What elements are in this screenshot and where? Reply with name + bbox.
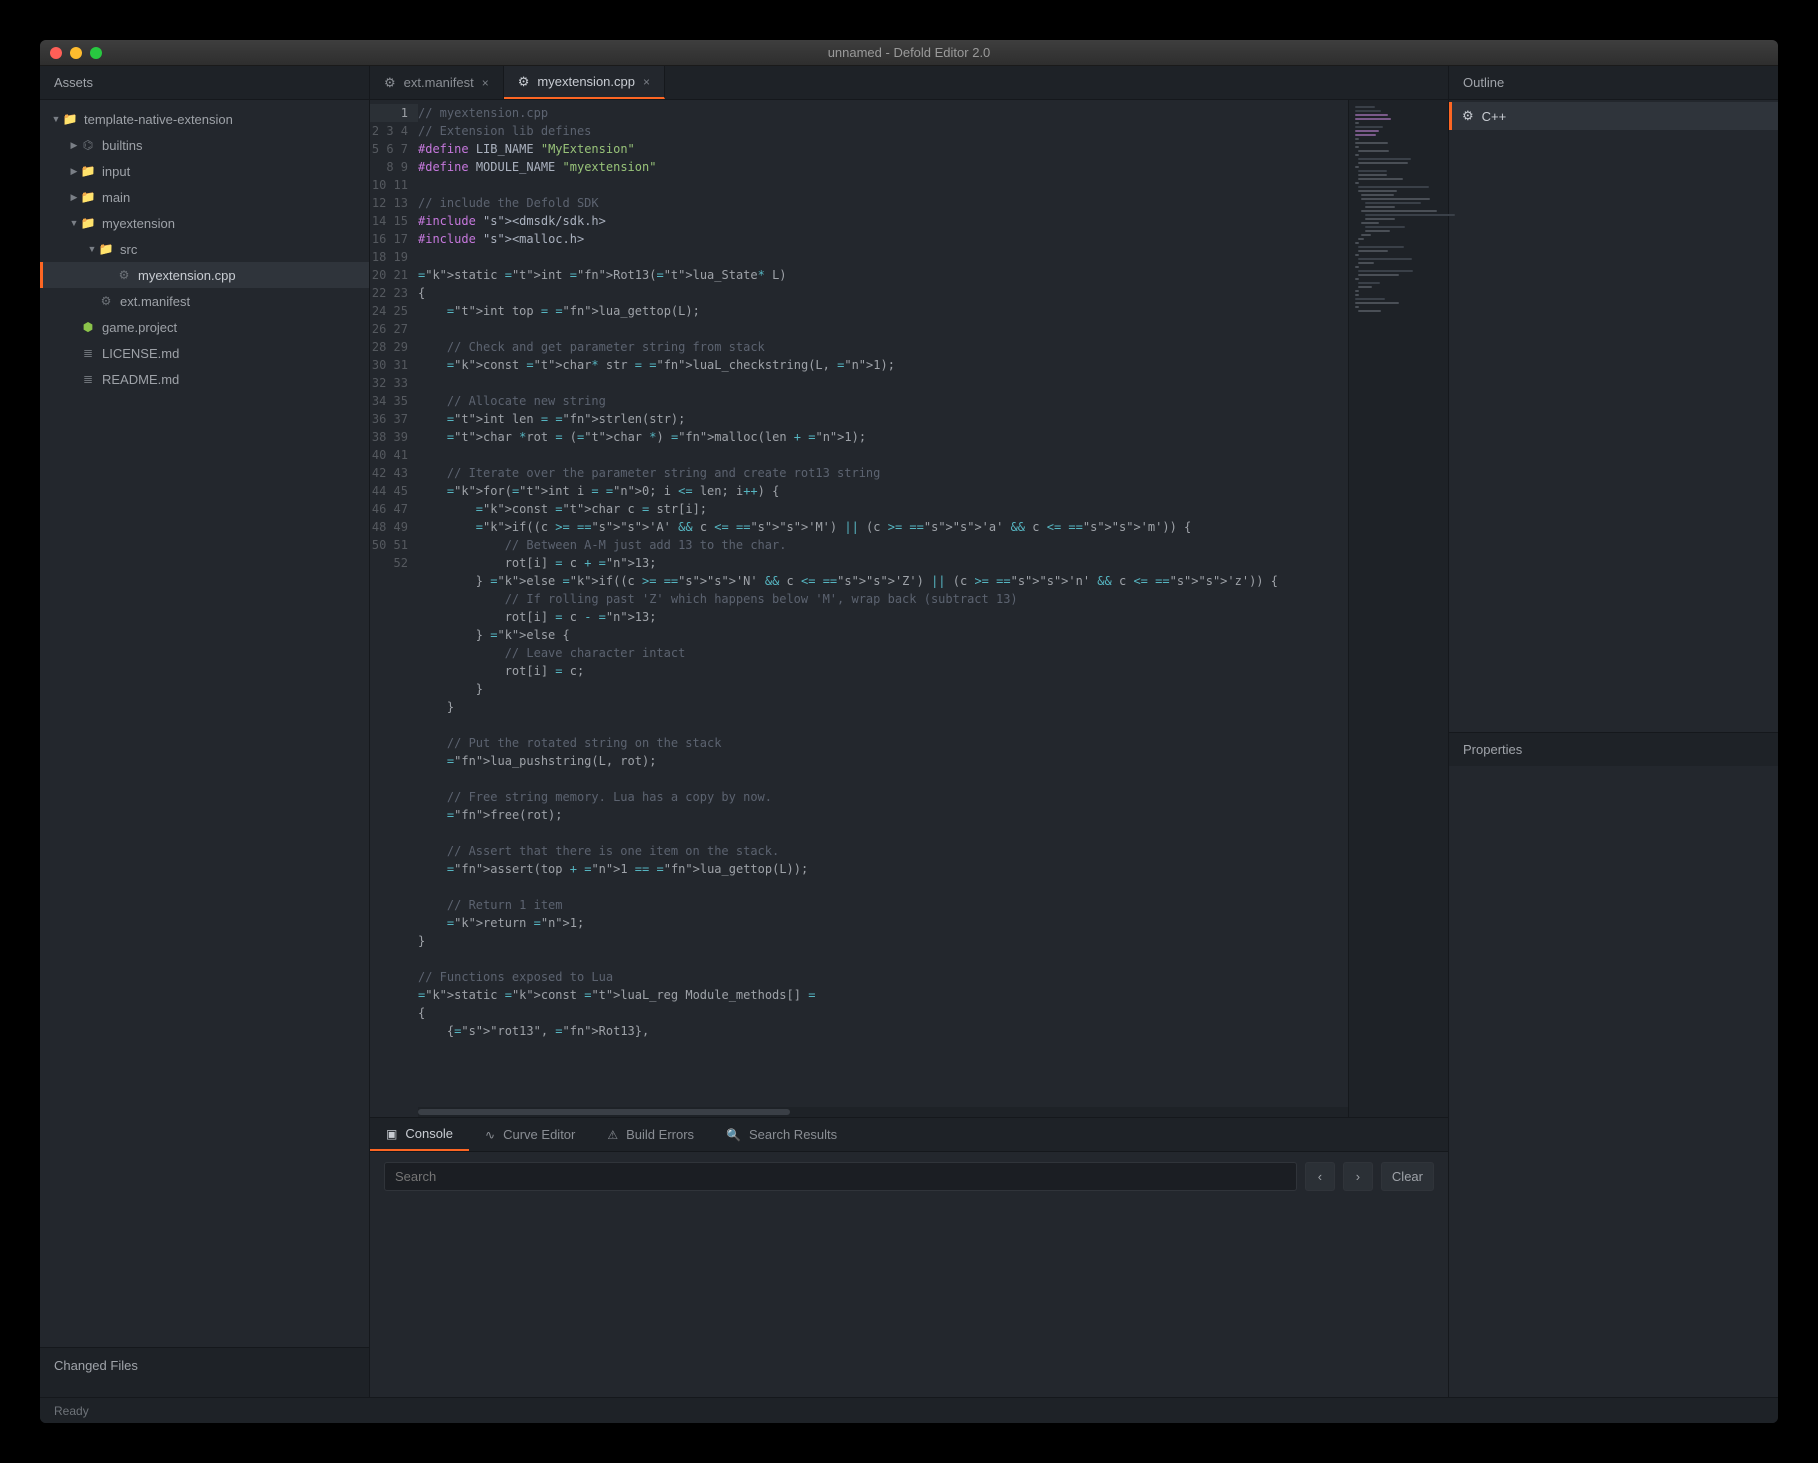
tree-item[interactable]: ⬢ game.project: [40, 314, 369, 340]
minimap[interactable]: [1348, 100, 1448, 1117]
doc-icon: ≣: [80, 346, 96, 360]
tree-item-label: myextension.cpp: [138, 268, 236, 283]
console-clear-button[interactable]: Clear: [1381, 1162, 1434, 1191]
tree-item[interactable]: ▶📁 main: [40, 184, 369, 210]
tree-item[interactable]: ≣ README.md: [40, 366, 369, 392]
assets-panel-header: Assets: [40, 66, 369, 100]
horizontal-scrollbar-thumb[interactable]: [418, 1109, 790, 1115]
outline-item-label: C++: [1482, 109, 1507, 124]
folder-icon: 📁: [80, 164, 96, 178]
right-sidebar: Outline ⚙ C++ Properties: [1448, 66, 1778, 1397]
center-area: ⚙ ext.manifest × ⚙ myextension.cpp × 1 2 3 4 …: [370, 66, 1448, 1397]
tree-arrow-icon[interactable]: ▶: [68, 192, 80, 203]
bottom-tab[interactable]: ⚠ Build Errors: [591, 1118, 710, 1151]
tree-item[interactable]: ▶📁 input: [40, 158, 369, 184]
tree-item-root[interactable]: ▼📁template-native-extension: [40, 106, 369, 132]
left-sidebar: Assets ▼📁template-native-extension▶⌬buil…: [40, 66, 370, 1397]
tab-close-icon[interactable]: ×: [482, 76, 489, 90]
bottom-panel: ▣ Console ∿ Curve Editor ⚠ Build Errors 🔍 Searc…: [370, 1117, 1448, 1397]
editor-tab[interactable]: ⚙ myextension.cpp ×: [504, 66, 665, 99]
line-gutter: 1 2 3 4 5 6 7 8 9 10 11 12 13 14 15 16 1…: [370, 100, 418, 1117]
tree-item-label: README.md: [102, 372, 179, 387]
folder-icon: 📁: [80, 190, 96, 204]
folder-icon: 📁: [80, 216, 96, 230]
tab-close-icon[interactable]: ×: [643, 75, 650, 89]
bottom-tab-icon: 🔍: [726, 1128, 741, 1142]
builtins-icon: ⌬: [80, 138, 96, 152]
cog-icon: ⚙: [384, 75, 396, 91]
bottom-tab[interactable]: 🔍 Search Results: [710, 1118, 853, 1151]
asset-tree[interactable]: ▼📁template-native-extension▶⌬builtins▶📁i…: [40, 100, 369, 1347]
tree-item[interactable]: ⚙ ext.manifest: [40, 288, 369, 314]
bottom-tab-label: Search Results: [749, 1127, 837, 1142]
tree-item[interactable]: ▼📁 src: [40, 236, 369, 262]
editor-tabs: ⚙ ext.manifest × ⚙ myextension.cpp ×: [370, 66, 1448, 100]
tree-item-label: LICENSE.md: [102, 346, 179, 361]
tree-item-label: builtins: [102, 138, 142, 153]
bottom-tab-label: Build Errors: [626, 1127, 694, 1142]
bottom-tab-label: Curve Editor: [503, 1127, 575, 1142]
bottom-tab[interactable]: ∿ Curve Editor: [469, 1118, 591, 1151]
doc-icon: ≣: [80, 372, 96, 386]
console-controls: ‹ › Clear: [370, 1152, 1448, 1201]
tree-item-label: main: [102, 190, 130, 205]
console-prev-button[interactable]: ‹: [1305, 1162, 1335, 1191]
window-title: unnamed - Defold Editor 2.0: [40, 45, 1778, 60]
bottom-tabs: ▣ Console ∿ Curve Editor ⚠ Build Errors 🔍 Searc…: [370, 1118, 1448, 1152]
bottom-tab-icon: ▣: [386, 1127, 397, 1141]
bottom-tab[interactable]: ▣ Console: [370, 1118, 469, 1151]
horizontal-scrollbar[interactable]: [418, 1107, 1348, 1117]
tree-arrow-icon[interactable]: ▶: [68, 140, 80, 151]
tree-arrow-icon[interactable]: ▼: [68, 218, 80, 228]
tab-label: myextension.cpp: [537, 74, 635, 89]
app-window: unnamed - Defold Editor 2.0 Assets ▼📁tem…: [40, 40, 1778, 1423]
tree-item[interactable]: ≣ LICENSE.md: [40, 340, 369, 366]
status-text: Ready: [54, 1404, 89, 1418]
editor-tab[interactable]: ⚙ ext.manifest ×: [370, 66, 504, 99]
tree-item[interactable]: ▶⌬ builtins: [40, 132, 369, 158]
statusbar: Ready: [40, 1397, 1778, 1423]
tree-item-label: myextension: [102, 216, 175, 231]
titlebar: unnamed - Defold Editor 2.0: [40, 40, 1778, 66]
tree-item[interactable]: ▼📁 myextension: [40, 210, 369, 236]
android-icon: ⬢: [80, 320, 96, 334]
tree-arrow-icon[interactable]: ▶: [68, 166, 80, 177]
tree-item-label: ext.manifest: [120, 294, 190, 309]
code-area[interactable]: // myextension.cpp // Extension lib defi…: [418, 100, 1348, 1117]
cog-icon: ⚙: [518, 74, 530, 90]
tree-item-label: src: [120, 242, 137, 257]
cog-icon: ⚙: [116, 268, 132, 282]
console-next-button[interactable]: ›: [1343, 1162, 1373, 1191]
changed-files-panel-header: Changed Files: [40, 1347, 369, 1397]
tab-label: ext.manifest: [404, 75, 474, 90]
bottom-tab-icon: ⚠: [607, 1128, 618, 1142]
bottom-tab-icon: ∿: [485, 1128, 495, 1142]
tree-item-label: input: [102, 164, 130, 179]
console-search-input[interactable]: [384, 1162, 1297, 1191]
tree-arrow-icon[interactable]: ▼: [86, 244, 98, 254]
bottom-tab-label: Console: [405, 1126, 453, 1141]
folder-icon: 📁: [98, 242, 114, 256]
tree-item-label: game.project: [102, 320, 177, 335]
editor: 1 2 3 4 5 6 7 8 9 10 11 12 13 14 15 16 1…: [370, 100, 1448, 1117]
cog-icon: ⚙: [1462, 108, 1474, 124]
outline-panel-header: Outline: [1449, 66, 1778, 100]
properties-panel-header: Properties: [1449, 732, 1778, 766]
cog-icon: ⚙: [98, 294, 114, 308]
outline-item-cpp[interactable]: ⚙ C++: [1449, 102, 1778, 130]
tree-item[interactable]: ⚙ myextension.cpp: [40, 262, 369, 288]
